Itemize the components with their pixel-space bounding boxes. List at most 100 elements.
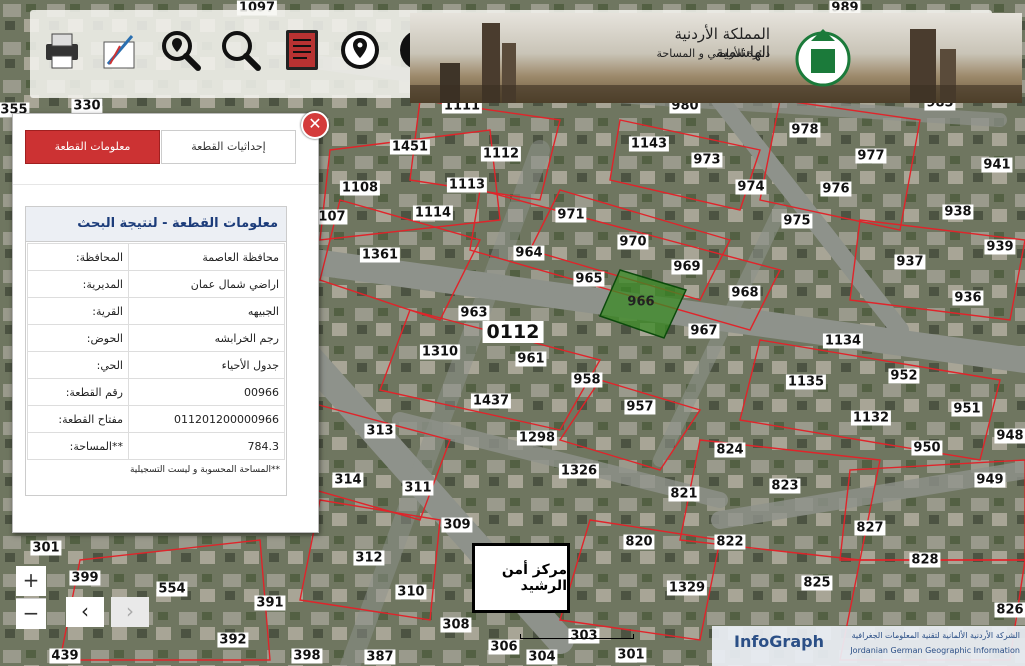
- info-row: القرية: الجبيهه: [27, 297, 285, 325]
- info-row-label: الحي:: [27, 351, 129, 379]
- plot-number-label: 309: [441, 517, 473, 533]
- infograph-logo: InfoGraph: [734, 632, 824, 651]
- plot-number-label: 314: [332, 472, 364, 488]
- info-row-label: رقم القطعة:: [27, 378, 129, 406]
- plot-number-label: 1310: [419, 344, 461, 360]
- scale-bar: [520, 634, 634, 639]
- plot-number-label: 977: [855, 148, 887, 164]
- plot-number-label: 978: [789, 122, 821, 138]
- plot-number-label: 939: [984, 239, 1016, 255]
- location-pin-icon[interactable]: [338, 28, 382, 72]
- plot-number-label: 1132: [850, 410, 892, 426]
- plot-number-label: 1298: [516, 430, 558, 446]
- search-icon[interactable]: [218, 28, 262, 72]
- block-label: 0112: [482, 321, 544, 343]
- parcel-info-panel: معلومات القطعة إحداثيات القطعة معلومات ا…: [12, 113, 319, 533]
- parcel-info-box: معلومات القطعة - لنتيجة البحث المحافظة: م…: [25, 206, 287, 496]
- info-row-label: المحافظة:: [27, 243, 129, 271]
- plot-number-label: 1143: [628, 136, 670, 152]
- plot-number-label: 1437: [470, 393, 512, 409]
- plot-number-label: 961: [515, 351, 547, 367]
- plot-number-label: 301: [30, 540, 62, 556]
- plot-number-label: 304: [526, 649, 558, 665]
- plot-number-label: 107: [316, 209, 348, 225]
- plot-number-label: 827: [854, 520, 886, 536]
- plot-number-label: 1451: [389, 139, 431, 155]
- info-row-value: جدول الأحياء: [128, 351, 285, 379]
- plot-number-label: 970: [617, 234, 649, 250]
- info-row: مفتاح القطعة: 011201200000966: [27, 405, 285, 433]
- info-row-value: 784.3: [128, 432, 285, 460]
- tab-parcel-coordinates[interactable]: إحداثيات القطعة: [161, 130, 296, 164]
- parcel-info-table: المحافظة: محافظة العاصمة المديرية: اراضي شم…: [27, 243, 285, 460]
- plot-number-label: 310: [395, 584, 427, 600]
- ministry-banner: المملكة الأردنية الهاشمية دائرة الأراضي …: [410, 13, 1022, 103]
- plot-number-label: 957: [624, 399, 656, 415]
- info-row-value: 00966: [128, 378, 285, 406]
- previous-extent-button[interactable]: ‹: [66, 597, 104, 627]
- plot-number-label: 966: [627, 294, 655, 310]
- plot-number-label: 969: [671, 259, 703, 275]
- plot-number-label: 391: [254, 595, 286, 611]
- info-row-value: 011201200000966: [128, 405, 285, 433]
- info-row-label: القرية:: [27, 297, 129, 325]
- plot-number-label: 974: [735, 179, 767, 195]
- banner-subtitle: دائرة الأراضي و المساحة: [656, 47, 771, 60]
- plot-number-label: 1114: [412, 205, 454, 221]
- report-icon[interactable]: [280, 28, 324, 72]
- plot-number-label: 1329: [666, 580, 708, 596]
- plot-number-label: 951: [951, 401, 983, 417]
- info-row: الحي: جدول الأحياء: [27, 351, 285, 379]
- plot-number-label: 554: [156, 581, 188, 597]
- plot-number-label: 313: [364, 423, 396, 439]
- info-row: المحافظة: محافظة العاصمة: [27, 243, 285, 271]
- next-extent-button[interactable]: ›: [111, 597, 149, 627]
- plot-number-label: 821: [668, 486, 700, 502]
- print-icon[interactable]: [40, 28, 84, 72]
- plot-number-label: 398: [291, 648, 323, 664]
- info-row: المديرية: اراضي شمال عمان: [27, 270, 285, 298]
- plot-number-label: 973: [691, 152, 723, 168]
- zoom-out-button[interactable]: −: [16, 598, 46, 629]
- plot-number-label: 387: [364, 649, 396, 665]
- plot-number-label: 952: [888, 368, 920, 384]
- close-panel-button[interactable]: ✕: [301, 111, 329, 139]
- info-row-value: اراضي شمال عمان: [128, 270, 285, 298]
- plot-number-label: 828: [909, 552, 941, 568]
- footer-branding: InfoGraph الشركة الأردنية الألمانية لتقن…: [712, 626, 1025, 666]
- plot-number-label: 439: [49, 648, 81, 664]
- plot-number-label: 1135: [785, 374, 827, 390]
- plot-number-label: 330: [71, 98, 103, 114]
- plot-number-label: 1326: [558, 463, 600, 479]
- plot-number-label: 936: [952, 290, 984, 306]
- measure-icon[interactable]: [98, 28, 142, 72]
- plot-number-label: 399: [69, 570, 101, 586]
- area-note: **المساحة المحسوبة و ليست التسجيلية: [129, 465, 280, 475]
- plot-number-label: 937: [894, 254, 926, 270]
- plot-number-label: 823: [769, 478, 801, 494]
- tab-parcel-info[interactable]: معلومات القطعة: [25, 130, 160, 164]
- search-location-icon[interactable]: [158, 28, 202, 72]
- footer-org-arabic: الشركة الأردنية الألمانية لتقنية المعلوم…: [851, 631, 1020, 640]
- info-title: معلومات القطعة - لنتيجة البحث: [26, 207, 286, 242]
- plot-number-label: 964: [513, 245, 545, 261]
- plot-number-label: 1112: [480, 146, 522, 162]
- plot-number-label: 948: [994, 428, 1025, 444]
- plot-number-label: 826: [994, 602, 1025, 618]
- plot-number-label: 963: [458, 305, 490, 321]
- info-row-value: محافظة العاصمة: [128, 243, 285, 271]
- plot-number-label: 958: [571, 372, 603, 388]
- zoom-in-button[interactable]: +: [16, 566, 46, 596]
- info-row-value: الجبيهه: [128, 297, 285, 325]
- plot-number-label: 941: [981, 157, 1013, 173]
- plot-number-label: 950: [911, 440, 943, 456]
- plot-number-label: 825: [801, 575, 833, 591]
- plot-number-label: 392: [217, 632, 249, 648]
- landmark-label: مركز أمن الرشيد: [472, 543, 570, 613]
- plot-number-label: 968: [729, 285, 761, 301]
- plot-number-label: 312: [353, 550, 385, 566]
- plot-number-label: 822: [714, 534, 746, 550]
- plot-number-label: 971: [555, 207, 587, 223]
- footer-org-english: Jordanian German Geographic Information: [850, 646, 1020, 655]
- plot-number-label: 975: [781, 213, 813, 229]
